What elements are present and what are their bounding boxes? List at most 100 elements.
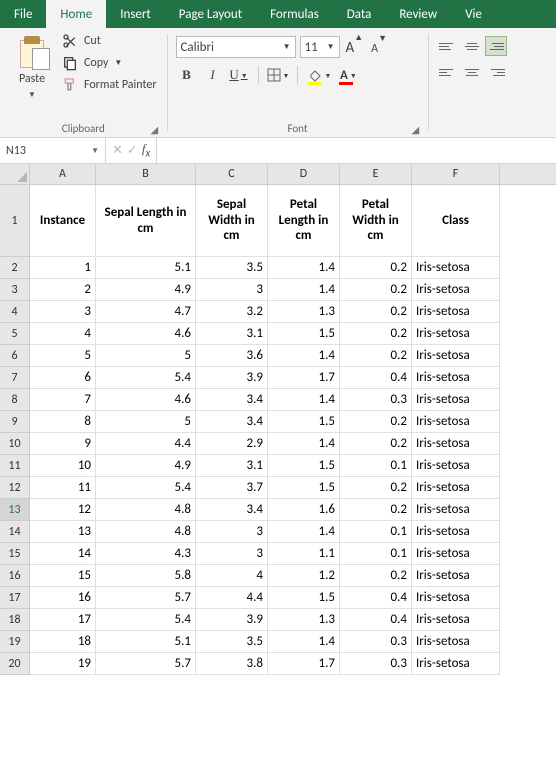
cancel-formula-button[interactable]: ✕ — [112, 143, 123, 158]
cell[interactable]: 1.6 — [268, 499, 340, 521]
row-header-13[interactable]: 13 — [0, 499, 30, 521]
cell[interactable]: 4.4 — [96, 433, 196, 455]
cell[interactable]: 0.1 — [340, 455, 412, 477]
cell[interactable]: Iris-setosa — [412, 521, 500, 543]
cell[interactable]: 0.2 — [340, 433, 412, 455]
align-center-button[interactable] — [461, 62, 483, 82]
header-cell[interactable]: Petal Width in cm — [340, 185, 412, 257]
cell[interactable]: 4.8 — [96, 521, 196, 543]
dialog-launcher-clipboard[interactable]: ◢ — [151, 123, 163, 135]
font-size-select[interactable]: 11 ▼ — [300, 36, 340, 58]
cell[interactable]: 3 — [30, 301, 96, 323]
cell[interactable]: 4.7 — [96, 301, 196, 323]
dialog-launcher-font[interactable]: ◢ — [412, 123, 424, 135]
cell[interactable]: 10 — [30, 455, 96, 477]
cell[interactable]: 8 — [30, 411, 96, 433]
chevron-down-icon[interactable]: ▼ — [114, 58, 122, 68]
cell[interactable]: 3.4 — [196, 389, 268, 411]
col-header-E[interactable]: E — [340, 164, 412, 184]
cell[interactable]: 1.4 — [268, 345, 340, 367]
row-header-10[interactable]: 10 — [0, 433, 30, 455]
bold-button[interactable]: B — [176, 64, 198, 86]
cell[interactable]: Iris-setosa — [412, 609, 500, 631]
chevron-down-icon[interactable]: ▼ — [91, 146, 99, 156]
cell[interactable]: 4.8 — [96, 499, 196, 521]
cell[interactable]: 19 — [30, 653, 96, 675]
cell[interactable]: 3.1 — [196, 455, 268, 477]
cell[interactable]: 18 — [30, 631, 96, 653]
cell[interactable]: 2 — [30, 279, 96, 301]
header-cell[interactable]: Sepal Width in cm — [196, 185, 268, 257]
cell[interactable]: 1.4 — [268, 279, 340, 301]
header-cell[interactable]: Class — [412, 185, 500, 257]
cell[interactable]: Iris-setosa — [412, 257, 500, 279]
cell[interactable]: 1.5 — [268, 411, 340, 433]
cell[interactable]: 11 — [30, 477, 96, 499]
row-header-14[interactable]: 14 — [0, 521, 30, 543]
cell[interactable]: 1.5 — [268, 455, 340, 477]
cell[interactable]: 0.2 — [340, 477, 412, 499]
cell[interactable]: 3 — [196, 521, 268, 543]
cell[interactable]: 0.1 — [340, 521, 412, 543]
cell[interactable]: 1.4 — [268, 521, 340, 543]
cell[interactable]: Iris-setosa — [412, 367, 500, 389]
cell[interactable]: 12 — [30, 499, 96, 521]
cell[interactable]: 1.4 — [268, 257, 340, 279]
cell[interactable]: 5.4 — [96, 477, 196, 499]
menu-page-layout[interactable]: Page Layout — [165, 0, 256, 28]
align-top-button[interactable] — [437, 36, 459, 56]
cell[interactable]: 5 — [96, 345, 196, 367]
borders-button[interactable]: ▼ — [267, 64, 290, 86]
cell[interactable]: 4.9 — [96, 455, 196, 477]
cell[interactable]: 15 — [30, 565, 96, 587]
row-header-12[interactable]: 12 — [0, 477, 30, 499]
cell[interactable]: 1.2 — [268, 565, 340, 587]
cell[interactable]: 0.2 — [340, 257, 412, 279]
cell[interactable]: Iris-setosa — [412, 433, 500, 455]
cell[interactable]: 3.9 — [196, 609, 268, 631]
cell[interactable]: 4 — [196, 565, 268, 587]
font-color-button[interactable]: A▼ — [337, 64, 359, 86]
row-header-1[interactable]: 1 — [0, 185, 30, 257]
row-header-5[interactable]: 5 — [0, 323, 30, 345]
cell[interactable]: 3.6 — [196, 345, 268, 367]
cell[interactable]: 7 — [30, 389, 96, 411]
cell[interactable]: 6 — [30, 367, 96, 389]
align-bottom-button[interactable] — [485, 36, 507, 56]
cell[interactable]: 3.5 — [196, 631, 268, 653]
cell[interactable]: 1.3 — [268, 301, 340, 323]
menu-file[interactable]: File — [0, 0, 46, 28]
row-header-18[interactable]: 18 — [0, 609, 30, 631]
name-box[interactable]: N13 ▼ — [0, 138, 106, 163]
cell[interactable]: 5.7 — [96, 653, 196, 675]
cell[interactable]: 1.5 — [268, 323, 340, 345]
cell[interactable]: 1 — [30, 257, 96, 279]
fill-color-button[interactable]: ▼ — [306, 64, 333, 86]
cell[interactable]: 0.2 — [340, 499, 412, 521]
format-painter-button[interactable]: Format Painter — [60, 76, 159, 94]
cell[interactable]: 4.6 — [96, 323, 196, 345]
col-header-A[interactable]: A — [30, 164, 96, 184]
chevron-down-icon[interactable]: ▼ — [327, 42, 335, 52]
row-header-4[interactable]: 4 — [0, 301, 30, 323]
cell[interactable]: 4.4 — [196, 587, 268, 609]
col-header-C[interactable]: C — [196, 164, 268, 184]
cell[interactable]: 4 — [30, 323, 96, 345]
row-header-16[interactable]: 16 — [0, 565, 30, 587]
menu-review[interactable]: Review — [385, 0, 451, 28]
cell[interactable]: Iris-setosa — [412, 587, 500, 609]
cell[interactable]: 3.4 — [196, 499, 268, 521]
row-header-3[interactable]: 3 — [0, 279, 30, 301]
row-header-2[interactable]: 2 — [0, 257, 30, 279]
cell[interactable]: 14 — [30, 543, 96, 565]
cell[interactable]: 0.2 — [340, 301, 412, 323]
menu-formulas[interactable]: Formulas — [256, 0, 333, 28]
row-header-8[interactable]: 8 — [0, 389, 30, 411]
col-header-B[interactable]: B — [96, 164, 196, 184]
cell[interactable]: 5.7 — [96, 587, 196, 609]
chevron-down-icon[interactable]: ▼ — [283, 42, 291, 52]
header-cell[interactable]: Sepal Length in cm — [96, 185, 196, 257]
cell[interactable]: 0.4 — [340, 587, 412, 609]
cell[interactable]: 0.3 — [340, 631, 412, 653]
cell[interactable]: 0.2 — [340, 323, 412, 345]
